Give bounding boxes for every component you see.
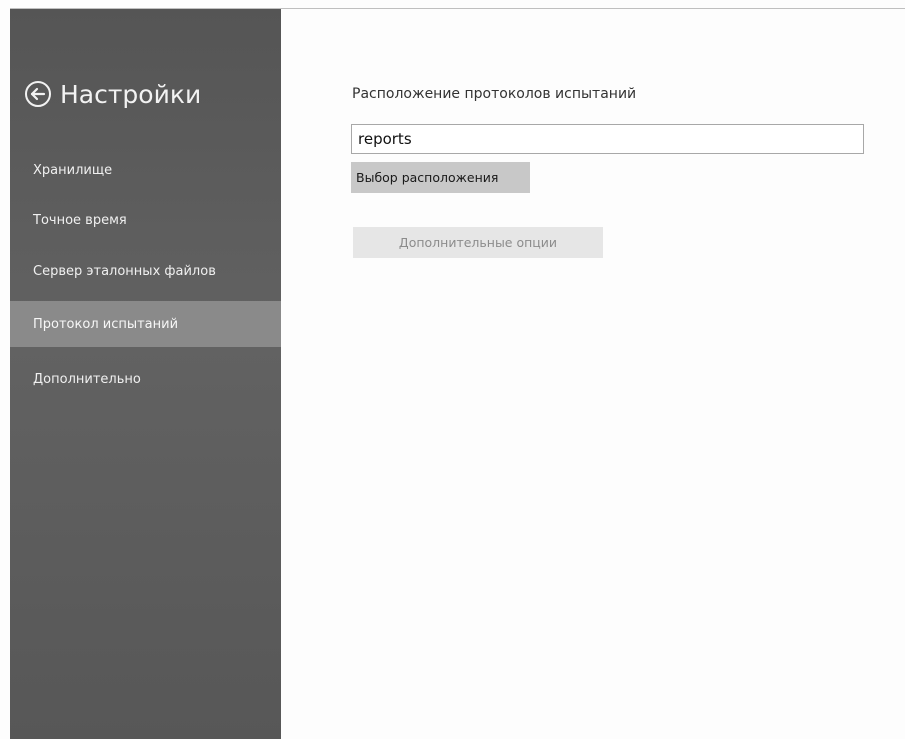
additional-options-button[interactable]: Дополнительные опции bbox=[353, 227, 603, 258]
sidebar-item-label: Дополнительно bbox=[33, 371, 141, 387]
sidebar-item-reference-files-server[interactable]: Сервер эталонных файлов bbox=[10, 248, 281, 294]
sidebar-item-label: Сервер эталонных файлов bbox=[33, 263, 216, 279]
section-title: Расположение протоколов испытаний bbox=[352, 86, 637, 102]
sidebar-item-label: Протокол испытаний bbox=[33, 316, 179, 332]
back-button[interactable]: Настройки bbox=[24, 74, 201, 114]
reports-path-input[interactable] bbox=[351, 124, 864, 154]
back-arrow-circle-icon[interactable] bbox=[24, 80, 52, 108]
settings-window: Настройки Хранилище Точное время Сервер … bbox=[0, 0, 905, 739]
sidebar-item-label: Точное время bbox=[33, 212, 127, 228]
sidebar-item-test-protocol[interactable]: Протокол испытаний bbox=[10, 301, 281, 347]
sidebar-item-exact-time[interactable]: Точное время bbox=[10, 197, 281, 243]
sidebar-item-storage[interactable]: Хранилище bbox=[10, 147, 281, 193]
settings-title: Настройки bbox=[60, 79, 202, 109]
sidebar-item-label: Хранилище bbox=[33, 162, 113, 178]
choose-location-button[interactable]: Выбор расположения bbox=[351, 162, 530, 193]
sidebar-item-additional[interactable]: Дополнительно bbox=[10, 356, 281, 402]
